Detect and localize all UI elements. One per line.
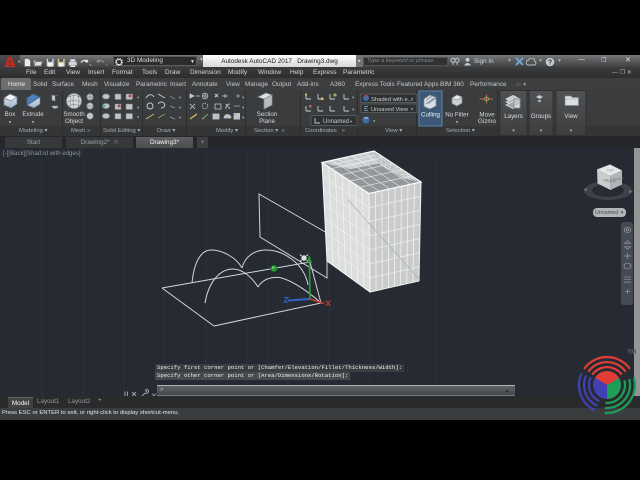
- svg-text:▾: ▾: [9, 120, 12, 126]
- svg-text:Plane: Plane: [259, 118, 275, 125]
- svg-text:Box: Box: [5, 111, 17, 118]
- svg-text:▾: ▾: [456, 120, 459, 126]
- svg-text:Section: Section: [257, 111, 278, 118]
- svg-text:?: ?: [548, 59, 552, 66]
- svg-text:▾: ▾: [352, 107, 355, 112]
- svg-text:Shaded with e...: Shaded with e...: [371, 97, 413, 103]
- svg-text:Groups: Groups: [531, 113, 551, 120]
- svg-text:Culling: Culling: [421, 112, 440, 119]
- svg-text:▾: ▾: [179, 115, 182, 120]
- svg-text:▾: ▾: [137, 95, 140, 100]
- svg-text:Unnamed: Unnamed: [323, 119, 349, 125]
- svg-text:View: View: [564, 113, 578, 120]
- svg-text:No Filter: No Filter: [445, 112, 468, 119]
- svg-text:Layers: Layers: [504, 113, 523, 120]
- svg-text:Unsaved View: Unsaved View: [371, 107, 409, 113]
- svg-text:▾: ▾: [137, 115, 140, 120]
- svg-text:▾: ▾: [352, 95, 355, 100]
- svg-text:RIGHT: RIGHT: [612, 177, 624, 182]
- svg-text:Extrude: Extrude: [22, 111, 44, 118]
- svg-text:▾: ▾: [179, 95, 182, 100]
- svg-text:Object: Object: [65, 118, 83, 125]
- svg-text:▾: ▾: [242, 95, 245, 100]
- svg-text:▾: ▾: [373, 119, 376, 124]
- svg-text:▾: ▾: [179, 105, 182, 110]
- svg-text:TM: TM: [627, 349, 636, 356]
- svg-text:▾: ▾: [137, 105, 140, 110]
- svg-text:▾: ▾: [32, 120, 35, 126]
- svg-text:▾: ▾: [242, 105, 245, 110]
- svg-text:Smooth: Smooth: [63, 111, 85, 118]
- svg-text:Gizmo: Gizmo: [478, 118, 496, 125]
- svg-text:▾: ▾: [242, 115, 245, 120]
